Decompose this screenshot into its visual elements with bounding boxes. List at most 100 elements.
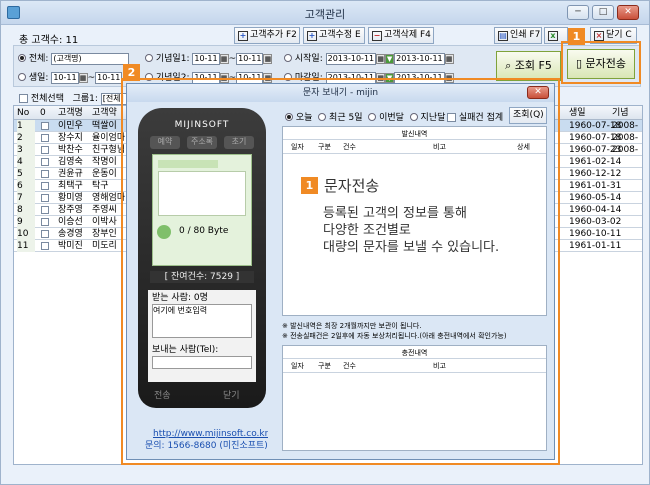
row-number: 4 [17, 156, 35, 168]
row-anniv: 2008- [612, 133, 639, 143]
calendar-icon[interactable]: ▦ [376, 53, 386, 64]
row-checkbox[interactable] [41, 158, 49, 166]
row-birth: 1960-05-14 [569, 193, 622, 203]
phone-icon: ▯ [575, 57, 586, 70]
fail-check[interactable]: 실패건 접계 [447, 110, 503, 123]
row-name: 박찬수 [58, 145, 83, 155]
filter-birthday[interactable]: 생일: 10-11 ▦~ 10-11 [18, 70, 123, 84]
recipient-input[interactable]: 여기에 번호입력 [152, 304, 252, 338]
radio-start-date[interactable] [284, 54, 292, 62]
row-birth: 1961-01-31 [569, 181, 622, 191]
row-name: 박미진 [58, 241, 83, 251]
row-name: 최택구 [58, 181, 83, 191]
col-no: No [17, 108, 30, 118]
filter-anniversary1[interactable]: 기념일1: 10-11 ▦~ 10-11 ▦ [145, 51, 273, 65]
radio-last-month[interactable] [409, 113, 418, 121]
fail-checkbox[interactable] [447, 113, 456, 122]
radio-last5[interactable] [318, 113, 327, 121]
row-name: 이승선 [58, 217, 83, 227]
maximize-button[interactable]: □ [592, 5, 614, 20]
sender-input[interactable] [152, 356, 252, 369]
anniv1-to-input[interactable]: 10-11 [236, 52, 264, 65]
message-textarea[interactable] [158, 171, 246, 216]
send-button[interactable]: 전송 [154, 390, 171, 402]
start-from-input[interactable]: 2013-10-11 [325, 52, 377, 65]
filter-start-date[interactable]: 시작일: 2013-10-11 ▦ ▼ 2013-10-11 ▦ [284, 51, 454, 65]
address-book-button[interactable]: 주소록 [187, 136, 217, 149]
sms-close-button[interactable]: ✕ [527, 86, 549, 99]
print-button[interactable]: ▤ 인쇄 F7 [494, 27, 542, 44]
customer-name-input[interactable]: (고객명) [51, 52, 130, 65]
row-birth: 1960-04-14 [569, 205, 622, 215]
overlay-line-1: 등록된 고객의 정보를 통해 [323, 206, 467, 221]
anniv1-from-input[interactable]: 10-11 [192, 52, 220, 65]
row-checkbox[interactable] [41, 146, 49, 154]
radio-all[interactable] [18, 54, 26, 62]
message-screen[interactable]: 0 / 80 Byte [152, 154, 252, 266]
row-birth: 1960-10-11 [569, 229, 622, 239]
row-checkbox[interactable] [41, 206, 49, 214]
row-number: 3 [17, 144, 35, 156]
calendar-icon[interactable]: ▦ [219, 53, 229, 64]
birth-from-input[interactable]: 10-11 [51, 71, 79, 84]
row-checkbox[interactable] [41, 182, 49, 190]
row-checkbox[interactable] [41, 122, 49, 130]
close-button[interactable]: ✕ [617, 5, 639, 20]
row-number: 6 [17, 180, 35, 192]
row-birth: 1960-12-12 [569, 169, 622, 179]
callout-badge-1: 1 [568, 28, 585, 45]
add-customer-button[interactable]: + 고객추가 F2 [234, 27, 300, 44]
row-anniv: 2008- [612, 145, 639, 155]
radio-today[interactable] [285, 113, 293, 121]
row-checkbox[interactable] [41, 242, 49, 250]
edit-customer-button[interactable]: + 고객수정 E [303, 27, 365, 44]
row-checkbox[interactable] [41, 134, 49, 142]
delete-customer-button[interactable]: − 고객삭제 F4 [368, 27, 434, 44]
birth-to-input[interactable]: 10-11 [95, 71, 123, 84]
col-birth: 생일 [569, 108, 586, 118]
calendar-icon[interactable]: ▦ [263, 53, 273, 64]
reset-button[interactable]: 초기 [224, 136, 254, 149]
calendar-icon[interactable]: ▦ [444, 53, 454, 64]
period-filters: 오늘 최근 5일 이번달 지난달 [285, 110, 445, 123]
search-button[interactable]: ⌕ 조회 F5 [496, 51, 561, 81]
calendar-icon[interactable]: ▦ [78, 72, 88, 83]
reserve-button[interactable]: 예약 [150, 136, 180, 149]
row-name: 이민우 [58, 121, 83, 131]
row-anniv: 2008- [612, 121, 639, 131]
row-number: 2 [17, 132, 35, 144]
minimize-button[interactable]: ─ [567, 5, 589, 20]
start-to-input[interactable]: 2013-10-11 [394, 52, 445, 65]
col-name: 고객명 [58, 108, 83, 118]
divider [283, 139, 546, 140]
byte-counter: 0 / 80 Byte [179, 226, 229, 236]
row-number: 7 [17, 192, 35, 204]
row-checkbox[interactable] [41, 194, 49, 202]
query-button[interactable]: 조회(Q) [509, 107, 547, 124]
radio-birthday[interactable] [18, 73, 26, 81]
arrow-down-icon[interactable]: ▼ [385, 53, 395, 64]
select-all-checkbox[interactable] [19, 94, 28, 103]
radio-anniversary1[interactable] [145, 54, 153, 62]
sms-window-title: 문자 보내기 - mijin [127, 84, 554, 102]
row-number: 8 [17, 204, 35, 216]
row-name: 황미영 [58, 193, 83, 203]
row-checkbox[interactable] [41, 230, 49, 238]
sent-col-detail: 상세 [517, 143, 530, 151]
row-birth: 1960-03-02 [569, 217, 622, 227]
row-name: 장수지 [58, 133, 83, 143]
filter-all[interactable]: 전체: (고객명) [18, 51, 130, 65]
row-number: 1 [17, 120, 35, 132]
row-checkbox[interactable] [41, 218, 49, 226]
title-bar: 고객관리 ─ □ ✕ [1, 1, 649, 25]
printer-icon: ▤ [498, 31, 508, 41]
overlay-line-3: 대량의 문자를 보낼 수 있습니다. [323, 240, 500, 255]
website-link[interactable]: http://www.mijinsoft.co.kr [153, 428, 268, 440]
close-phone-button[interactable]: 닫기 [223, 390, 240, 402]
send-sms-button[interactable]: ▯ 문자전송 [567, 49, 635, 79]
charge-col-type: 구분 [318, 362, 331, 370]
row-checkbox[interactable] [41, 170, 49, 178]
row-name: 송경영 [58, 229, 83, 239]
radio-this-month[interactable] [368, 113, 377, 121]
sms-window: 문자 보내기 - mijin ✕ MIJINSOFT 예약 주소록 초기 0 /… [126, 83, 555, 460]
